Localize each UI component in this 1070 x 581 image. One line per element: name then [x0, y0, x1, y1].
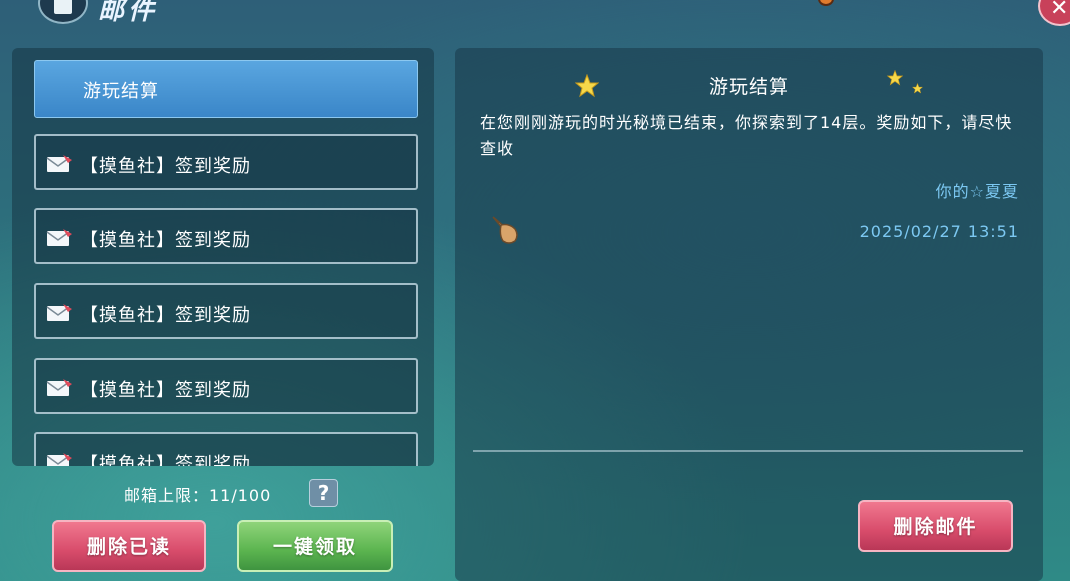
envelope-icon — [46, 453, 72, 466]
divider — [473, 450, 1023, 452]
mail-item-label: 游玩结算 — [83, 81, 159, 102]
star-icon — [887, 70, 903, 86]
claim-all-button[interactable]: 一键领取 — [237, 520, 393, 572]
delete-mail-button[interactable]: 删除邮件 — [858, 500, 1013, 552]
mail-item-label: 【摸鱼社】签到奖励 — [80, 454, 251, 466]
mailbox-limit-text: 邮箱上限：11/100 — [124, 486, 272, 505]
mail-item-selected[interactable]: 游玩结算 — [34, 60, 418, 118]
mail-item[interactable]: 【摸鱼社】签到奖励 — [34, 208, 418, 264]
mail-header-icon — [38, 0, 88, 24]
close-button[interactable]: ✕ — [1038, 0, 1070, 26]
star-icon — [912, 83, 923, 94]
mail-item[interactable]: 【摸鱼社】签到奖励 — [34, 134, 418, 190]
help-icon: ? — [317, 481, 330, 505]
mail-item[interactable]: 【摸鱼社】签到奖励 — [34, 358, 418, 414]
mail-item[interactable]: 【摸鱼社】签到奖励 — [34, 283, 418, 339]
mail-item-label: 【摸鱼社】签到奖励 — [80, 305, 251, 326]
delete-read-button[interactable]: 删除已读 — [52, 520, 206, 572]
envelope-icon — [46, 304, 72, 321]
mail-title: 游玩结算 — [708, 76, 789, 98]
mail-list-panel[interactable]: 游玩结算 【摸鱼社】签到奖励 【摸鱼社】签到奖励 【摸鱼社】签到奖励 【摸鱼社】… — [12, 48, 434, 466]
envelope-icon — [46, 229, 72, 246]
mail-item-label: 【摸鱼社】签到奖励 — [80, 380, 251, 401]
mail-item[interactable]: 【摸鱼社】签到奖励 — [34, 432, 418, 466]
pointer-hand-icon — [492, 216, 518, 244]
mail-item-label: 【摸鱼社】签到奖励 — [80, 156, 251, 177]
envelope-icon — [46, 379, 72, 396]
mail-date: 2025/02/27 13:51 — [859, 222, 1019, 241]
mail-detail-panel: 游玩结算 在您刚刚游玩的时光秘境已结束，你探索到了14层。奖励如下，请尽快查收 … — [455, 48, 1043, 581]
mail-sender: 你的☆夏夏 — [935, 182, 1019, 201]
mail-body: 在您刚刚游玩的时光秘境已结束，你探索到了14层。奖励如下，请尽快查收 — [480, 113, 1013, 158]
help-button[interactable]: ? — [309, 479, 338, 507]
mail-item-label: 【摸鱼社】签到奖励 — [80, 230, 251, 251]
envelope-icon — [46, 155, 72, 172]
close-icon: ✕ — [1050, 0, 1069, 21]
page-title: 邮件 — [98, 0, 159, 26]
notification-badge-icon — [818, 0, 834, 6]
